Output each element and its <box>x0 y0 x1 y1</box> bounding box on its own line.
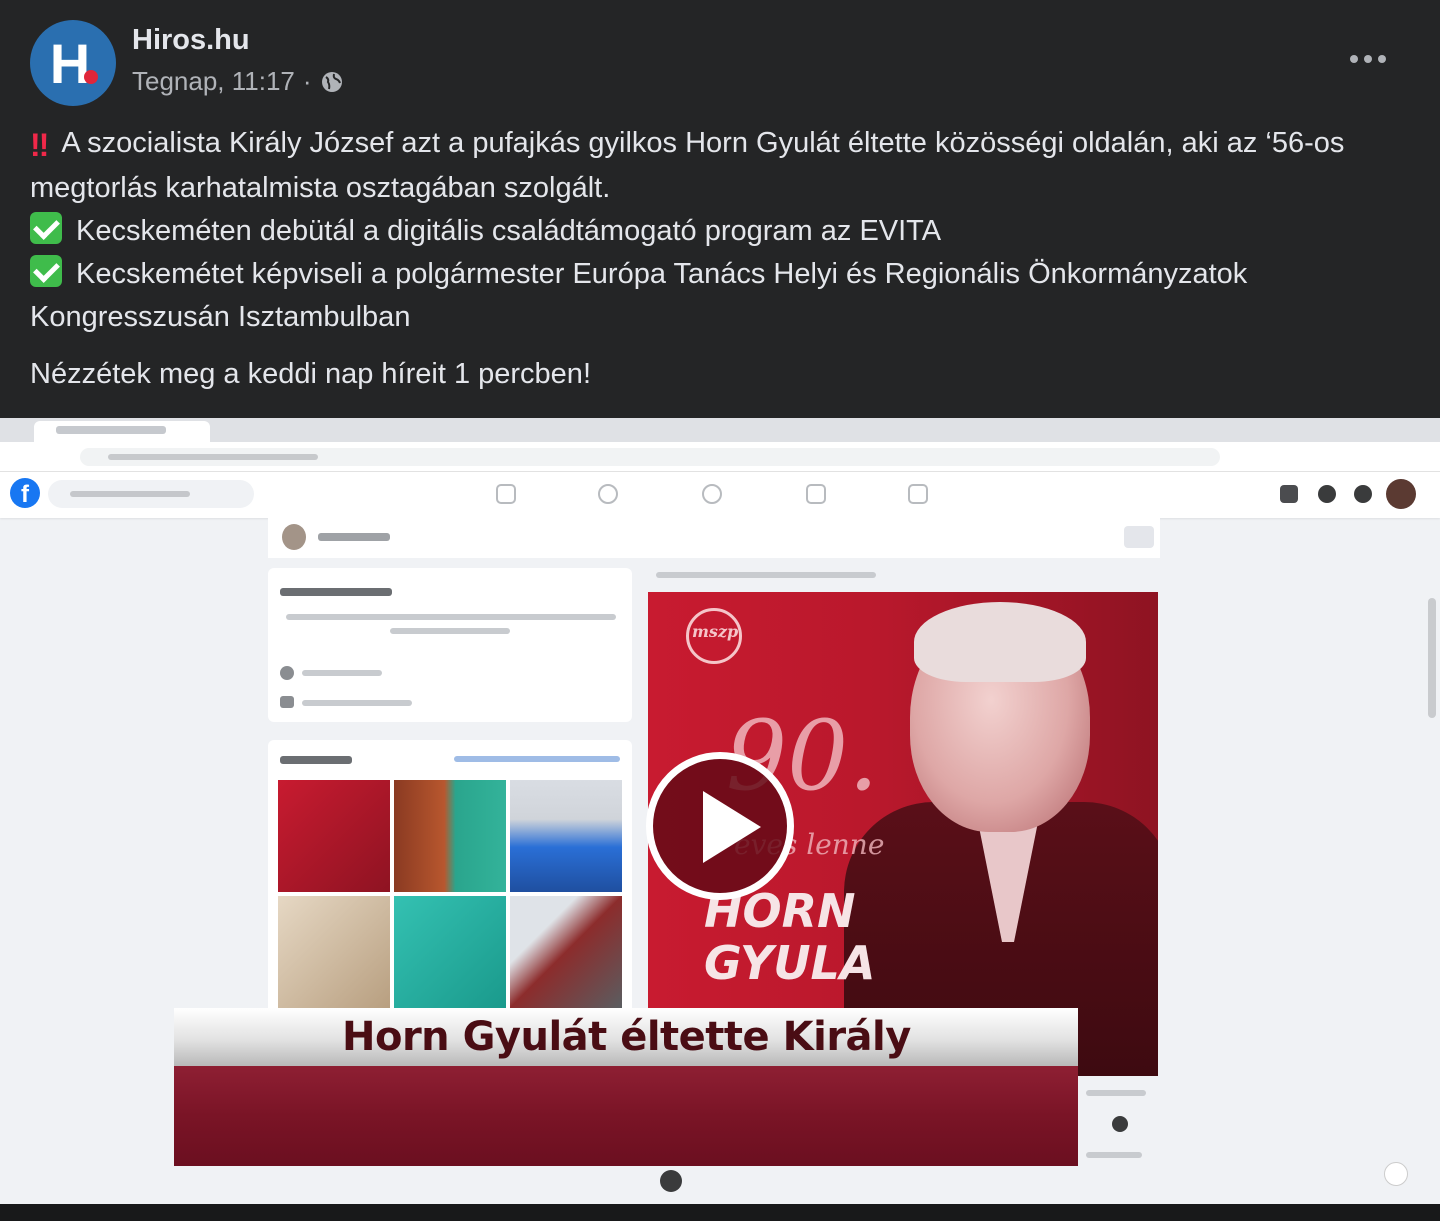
news-caption-text: Horn Gyulát éltette Király <box>342 1014 911 1060</box>
page-avatar[interactable]: H <box>30 20 116 106</box>
embedded-profile-strip <box>268 518 1160 558</box>
post-bottom-edge <box>0 1204 1440 1221</box>
intro-line <box>286 614 616 620</box>
browser-url-text <box>108 454 318 460</box>
globe-icon <box>321 71 342 92</box>
poster-hair <box>914 602 1086 682</box>
play-button[interactable] <box>646 752 794 900</box>
more-dot-icon <box>1350 55 1358 63</box>
embedded-search-placeholder <box>70 491 190 497</box>
browser-url-field <box>80 448 1220 466</box>
photo-thumb <box>278 896 390 1008</box>
more-dot-icon <box>1378 55 1386 63</box>
post-line-2-text: Kecskeméten debütál a digitális családtá… <box>76 215 942 247</box>
gaming-icon <box>908 484 928 504</box>
double-exclamation-icon: ‼ <box>30 127 49 163</box>
browser-tab-title <box>56 426 166 434</box>
notifications-icon <box>1354 485 1372 503</box>
embedded-facebook-nav: f <box>0 472 1440 518</box>
account-avatar-icon <box>1386 479 1416 509</box>
post-timestamp[interactable]: Tegnap, 11:17 <box>132 66 295 97</box>
photo-thumb <box>510 896 622 1008</box>
play-icon <box>703 791 761 863</box>
check-mark-button-icon <box>30 212 62 244</box>
avatar-red-dot <box>84 70 98 84</box>
post-line-3: Kecskemétet képviseli a polgármester Eur… <box>30 253 1410 339</box>
embedded-profile-name <box>318 533 390 541</box>
page-name-link[interactable]: Hiros.hu <box>132 24 250 57</box>
video-player[interactable]: f mszp 90. éves lenne HORN GYULA Horn Gy… <box>0 418 1440 1204</box>
watch-icon <box>598 484 618 504</box>
photos-see-all-link <box>454 756 620 762</box>
info-icon <box>280 666 294 680</box>
post-line-3-text: Kecskemétet képviseli a polgármester Eur… <box>30 258 1248 333</box>
meta-separator: · <box>302 66 312 96</box>
post-line-2: Kecskeméten debütál a digitális családtá… <box>30 210 1410 253</box>
poster-name-line2: GYULA <box>704 936 876 990</box>
news-lower-band <box>174 1066 1078 1166</box>
embedded-compose-icon <box>1384 1162 1408 1186</box>
embedded-reaction-icon <box>1112 1116 1128 1132</box>
embedded-scrollbar <box>1428 598 1436 718</box>
embedded-photo-grid <box>278 780 624 1008</box>
facebook-logo-icon: f <box>10 478 40 508</box>
embedded-more-button <box>1124 526 1154 548</box>
browser-tab-bar <box>0 418 1440 442</box>
embedded-post-text <box>656 572 876 578</box>
more-dot-icon <box>1364 55 1372 63</box>
photo-thumb <box>510 780 622 892</box>
post-line-4: Nézzétek meg a keddi nap híreit 1 percbe… <box>30 358 591 390</box>
photo-thumb <box>394 896 506 1008</box>
post-meta: Tegnap, 11:17 · <box>132 66 344 97</box>
menu-grid-icon <box>1280 485 1298 503</box>
marketplace-icon <box>702 484 722 504</box>
embedded-chat-avatar-icon <box>660 1170 682 1192</box>
post-header: H Hiros.hu Tegnap, 11:17 · <box>0 0 1440 120</box>
intro-heading <box>280 588 392 596</box>
post-line-1-text: A szocialista Király József azt a pufajk… <box>30 127 1345 204</box>
link-icon <box>280 696 294 708</box>
embedded-intro-card <box>268 568 632 722</box>
intro-line <box>302 700 412 706</box>
check-mark-button-icon <box>30 255 62 287</box>
groups-icon <box>806 484 826 504</box>
post-line-1: ‼ A szocialista Király József azt a pufaj… <box>30 122 1410 210</box>
browser-address-bar <box>0 442 1440 472</box>
embedded-comment-line <box>1086 1090 1146 1096</box>
poster-logo-text: mszp <box>692 622 739 641</box>
home-icon <box>496 484 516 504</box>
intro-line <box>390 628 510 634</box>
embedded-search-field <box>48 480 254 508</box>
post-options-button[interactable] <box>1348 46 1388 72</box>
avatar-letter: H <box>49 31 91 95</box>
photos-heading <box>280 756 352 764</box>
intro-line <box>302 670 382 676</box>
messenger-icon <box>1318 485 1336 503</box>
embedded-profile-avatar <box>282 524 306 550</box>
news-caption-bar: Horn Gyulát éltette Király <box>174 1008 1078 1066</box>
photo-thumb <box>394 780 506 892</box>
post-text: ‼ A szocialista Király József azt a pufaj… <box>30 122 1410 396</box>
embedded-comment-line <box>1086 1152 1142 1158</box>
photo-thumb <box>278 780 390 892</box>
browser-tab <box>34 421 210 442</box>
